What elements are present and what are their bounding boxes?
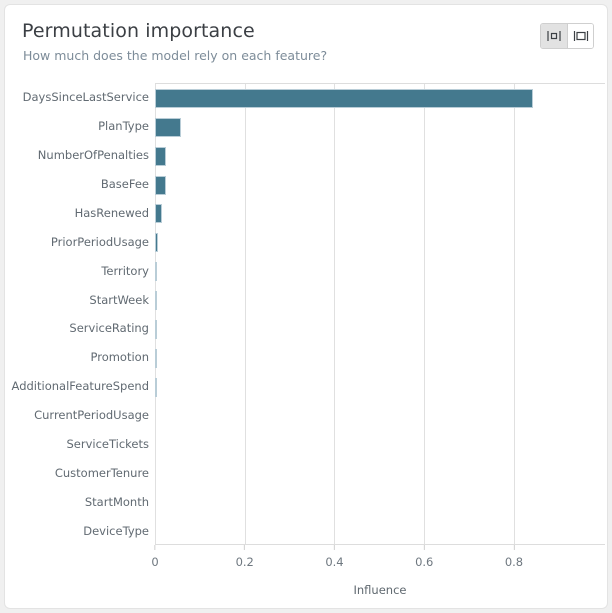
compact-layout-icon — [546, 29, 562, 43]
bar-row — [155, 488, 605, 517]
x-axis-tick-label: 0.8 — [504, 555, 524, 569]
x-axis-tick-label: 0.2 — [235, 555, 254, 569]
plot-area — [155, 83, 605, 545]
wide-view-toggle[interactable] — [567, 24, 593, 48]
bar-row — [155, 344, 605, 373]
page-title: Permutation importance — [22, 20, 255, 42]
x-axis-tick-label: 0.6 — [415, 555, 434, 569]
bar-row — [155, 113, 605, 142]
y-axis-tick-label: NumberOfPenalties — [37, 148, 149, 163]
bar-row — [155, 257, 605, 286]
bar[interactable] — [155, 117, 182, 137]
bar-row — [155, 459, 605, 488]
y-axis-tick-label: AdditionalFeatureSpend — [11, 379, 149, 394]
bar-rows — [155, 84, 605, 544]
permutation-importance-card: Permutation importance How much does the… — [4, 4, 608, 609]
card-header: Permutation importance How much does the… — [5, 5, 607, 67]
bar[interactable] — [155, 146, 167, 166]
y-axis-tick-label: StartMonth — [84, 494, 149, 509]
y-axis-tick-label: StartWeek — [89, 292, 149, 307]
tick-mark — [154, 545, 156, 550]
bar-row — [155, 315, 605, 344]
bar[interactable] — [155, 175, 166, 195]
y-axis-tick-label: PlanType — [98, 119, 149, 134]
bar[interactable] — [155, 204, 162, 224]
bar[interactable] — [155, 88, 533, 108]
wide-layout-icon — [573, 29, 589, 43]
bar[interactable] — [155, 377, 157, 397]
y-axis-tick-label: BaseFee — [100, 177, 149, 192]
y-axis-tick-label: DeviceType — [83, 523, 149, 538]
y-axis-tick-label: ServiceTickets — [66, 436, 149, 451]
y-axis-tick-label: CurrentPeriodUsage — [34, 408, 149, 423]
bar-row — [155, 286, 605, 315]
y-axis-labels: DaysSinceLastService PlanType NumberOfPena… — [5, 83, 149, 545]
tick-mark — [333, 545, 335, 550]
permutation-importance-chart: DaysSinceLastService PlanType NumberOfPena… — [5, 67, 607, 608]
y-axis-tick-label: CustomerTenure — [54, 465, 149, 480]
x-axis-ticks: 0 0.2 0.4 0.6 0.8 — [151, 545, 605, 575]
bar-row — [155, 200, 605, 229]
x-axis-tick-label: 0 — [151, 555, 159, 569]
card-subtitle: How much does the model rely on each fea… — [23, 48, 328, 63]
y-axis-tick-label: DaysSinceLastService — [22, 90, 149, 105]
tick-mark — [423, 545, 425, 550]
x-axis-tick: 0 — [151, 545, 159, 569]
x-axis-tick: 0.8 — [505, 545, 523, 569]
bar-row — [155, 373, 605, 402]
y-axis-tick-label: Territory — [101, 263, 149, 278]
bar[interactable] — [155, 319, 157, 339]
bar-row — [155, 517, 605, 546]
bar-row — [155, 142, 605, 171]
view-toggle-group — [540, 23, 594, 49]
y-axis-tick-label: HasRenewed — [74, 205, 149, 220]
bar[interactable] — [155, 262, 158, 282]
bar[interactable] — [155, 348, 157, 368]
bar-row — [155, 402, 605, 431]
x-axis-tick-label: 0.4 — [325, 555, 344, 569]
bar[interactable] — [155, 233, 159, 253]
y-axis-tick-label: ServiceRating — [69, 321, 149, 336]
tick-mark — [244, 545, 246, 550]
tick-mark — [513, 545, 515, 550]
bar-row — [155, 228, 605, 257]
bar-row — [155, 84, 605, 113]
bar[interactable] — [155, 291, 158, 311]
x-axis-tick: 0.6 — [415, 545, 433, 569]
x-axis-tick: 0.2 — [236, 545, 254, 569]
x-axis-tick: 0.4 — [325, 545, 344, 569]
y-axis-tick-label: Promotion — [90, 350, 149, 365]
bar-row — [155, 171, 605, 200]
y-axis-tick-label: PriorPeriodUsage — [50, 234, 149, 249]
x-axis-title: Influence — [353, 583, 407, 597]
compact-view-toggle[interactable] — [541, 24, 567, 48]
bar-row — [155, 431, 605, 460]
